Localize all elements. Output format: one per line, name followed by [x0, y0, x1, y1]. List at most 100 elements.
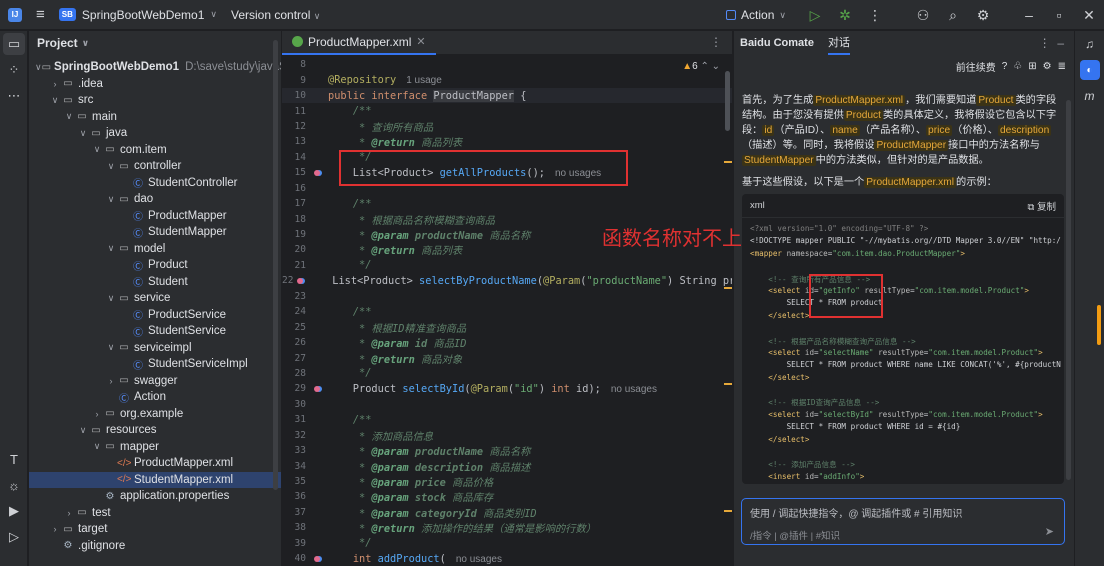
debug-icon[interactable]: ✲ — [830, 7, 860, 24]
line-number[interactable]: 26 — [282, 337, 310, 348]
line-number[interactable]: 30 — [282, 399, 310, 410]
chevron-icon[interactable]: ∨ — [105, 194, 117, 205]
warning-marker[interactable] — [724, 383, 732, 385]
line-number[interactable]: 19 — [282, 229, 310, 240]
tree-item[interactable]: ⚙ .gitignore — [29, 538, 281, 555]
line-number[interactable]: 21 — [282, 260, 310, 271]
tree-item[interactable]: Ⓒ Product — [29, 257, 281, 274]
notifications-icon[interactable]: ♫ — [1075, 31, 1104, 57]
line-number[interactable]: 34 — [282, 461, 310, 472]
tree-item[interactable]: ∨ ▭ resources — [29, 422, 281, 439]
chat-input-tools[interactable]: /指令 | @插件 | #知识 — [750, 528, 1056, 542]
comate-scrollbar[interactable] — [1066, 100, 1071, 480]
tree-item[interactable]: › ▭ swagger — [29, 373, 281, 390]
hamburger-menu-icon[interactable]: ≡ — [36, 6, 45, 23]
chevron-icon[interactable]: ∨ — [105, 342, 117, 353]
line-number[interactable]: 11 — [282, 106, 310, 117]
line-number[interactable]: 14 — [282, 152, 310, 163]
version-control-menu[interactable]: Version control ∨ — [231, 8, 320, 22]
line-number[interactable]: 27 — [282, 353, 310, 364]
run-tool-icon[interactable]: ▶ — [0, 498, 28, 524]
line-number[interactable]: 12 — [282, 121, 310, 132]
tree-item[interactable]: Ⓒ StudentMapper — [29, 224, 281, 241]
editor-tab-menu-icon[interactable]: ⋮ — [710, 35, 722, 49]
tree-item[interactable]: ∨ ▭ model — [29, 241, 281, 258]
maven-icon[interactable]: T — [0, 446, 28, 472]
more-icon[interactable]: ⋮ — [860, 7, 890, 24]
tree-item[interactable]: Ⓒ StudentService — [29, 323, 281, 340]
chevron-icon[interactable]: ∨ — [49, 95, 61, 106]
line-number[interactable]: 16 — [282, 183, 310, 194]
line-number[interactable]: 28 — [282, 368, 310, 379]
project-panel-header[interactable]: Project ∨ — [29, 31, 281, 55]
line-number[interactable]: 13 — [282, 136, 310, 147]
line-number[interactable]: 20 — [282, 244, 310, 255]
terminal-icon[interactable]: ▷ — [0, 524, 28, 550]
tree-item[interactable]: Ⓒ Action — [29, 389, 281, 406]
editor-tab-productmapper[interactable]: ProductMapper.xml ✕ — [282, 31, 436, 55]
line-number[interactable]: 8 — [282, 59, 310, 70]
tree-item[interactable]: ∨ ▭ dao — [29, 191, 281, 208]
line-number[interactable]: 37 — [282, 507, 310, 518]
tree-item[interactable]: ∨ ▭ serviceimpl — [29, 340, 281, 357]
services-icon[interactable]: ☼ — [0, 472, 28, 498]
tree-item[interactable]: </> ProductMapper.xml — [29, 455, 281, 472]
history-icon[interactable]: ≣ — [1058, 61, 1066, 72]
tree-item[interactable]: Ⓒ StudentServiceImpl — [29, 356, 281, 373]
tree-item[interactable]: ∨ ▭ mapper — [29, 439, 281, 456]
renew-link[interactable]: 前往续费 — [956, 59, 996, 74]
project-scrollbar[interactable] — [273, 40, 278, 490]
tree-item[interactable]: Ⓒ Student — [29, 274, 281, 291]
minimize-icon[interactable]: – — [1014, 7, 1044, 23]
chevron-icon[interactable]: ∨ — [91, 144, 103, 155]
gear-icon[interactable]: ⚙ — [968, 7, 998, 24]
chevron-icon[interactable]: › — [49, 524, 61, 534]
structure-tool-icon[interactable]: ⁘ — [0, 57, 28, 83]
line-number[interactable]: 32 — [282, 430, 310, 441]
warning-marker[interactable] — [724, 510, 732, 512]
chevron-icon[interactable]: ∨ — [91, 441, 103, 452]
run-config-selector[interactable]: Action ∨ — [726, 8, 786, 22]
chevron-icon[interactable]: › — [105, 376, 117, 386]
line-number[interactable]: 25 — [282, 322, 310, 333]
line-number[interactable]: 24 — [282, 306, 310, 317]
line-number[interactable]: 10 — [282, 90, 310, 101]
chat-input[interactable]: 使用 / 调起快捷指令，@ 调起插件或 # 引用知识 /指令 | @插件 | #… — [741, 498, 1065, 545]
line-number[interactable]: 38 — [282, 522, 310, 533]
warning-marker[interactable] — [724, 287, 732, 289]
add-user-icon[interactable]: ⚇ — [908, 7, 938, 24]
tree-item[interactable]: Ⓒ ProductService — [29, 307, 281, 324]
chevron-icon[interactable]: ∨ — [77, 128, 89, 139]
help-icon[interactable]: ? — [1002, 61, 1008, 72]
line-number[interactable]: 33 — [282, 445, 310, 456]
line-number[interactable]: 36 — [282, 491, 310, 502]
tree-item[interactable]: › ▭ target — [29, 521, 281, 538]
line-number[interactable]: 22 — [282, 275, 297, 286]
tree-item[interactable]: ∨ ▭ com.item — [29, 142, 281, 159]
chevron-icon[interactable]: › — [63, 508, 75, 518]
line-number[interactable]: 39 — [282, 538, 310, 549]
panel-options-icon[interactable]: ⋮ – — [1039, 36, 1064, 50]
brain-icon[interactable]: ♧ — [1013, 61, 1022, 72]
tree-item[interactable]: ∨ ▭ controller — [29, 158, 281, 175]
close-icon[interactable]: ✕ — [1074, 7, 1104, 24]
tree-item[interactable]: Ⓒ StudentController — [29, 175, 281, 192]
line-number[interactable]: 31 — [282, 414, 310, 425]
chevron-icon[interactable]: › — [49, 79, 61, 89]
chevron-icon[interactable]: › — [91, 409, 103, 419]
line-number[interactable]: 15 — [282, 167, 310, 178]
warning-marker[interactable] — [724, 161, 732, 163]
tree-item[interactable]: ⚙ application.properties — [29, 488, 281, 505]
search-icon[interactable]: ⌕ — [938, 7, 968, 24]
tree-item[interactable]: › ▭ org.example — [29, 406, 281, 423]
line-number[interactable]: 29 — [282, 383, 310, 394]
tab-chat[interactable]: 对话 — [827, 31, 850, 55]
chevron-icon[interactable]: ∨ — [77, 425, 89, 436]
run-icon[interactable]: ▷ — [800, 7, 830, 24]
chevron-icon[interactable]: ∨ — [63, 111, 75, 122]
ide-logo-icon[interactable]: IJ — [8, 7, 22, 22]
mybatis-gutter-icon[interactable] — [310, 555, 324, 562]
tree-item[interactable]: ∨ ▭ src — [29, 92, 281, 109]
more-tools-icon[interactable]: ⋯ — [0, 83, 28, 109]
line-number[interactable]: 40 — [282, 553, 310, 564]
